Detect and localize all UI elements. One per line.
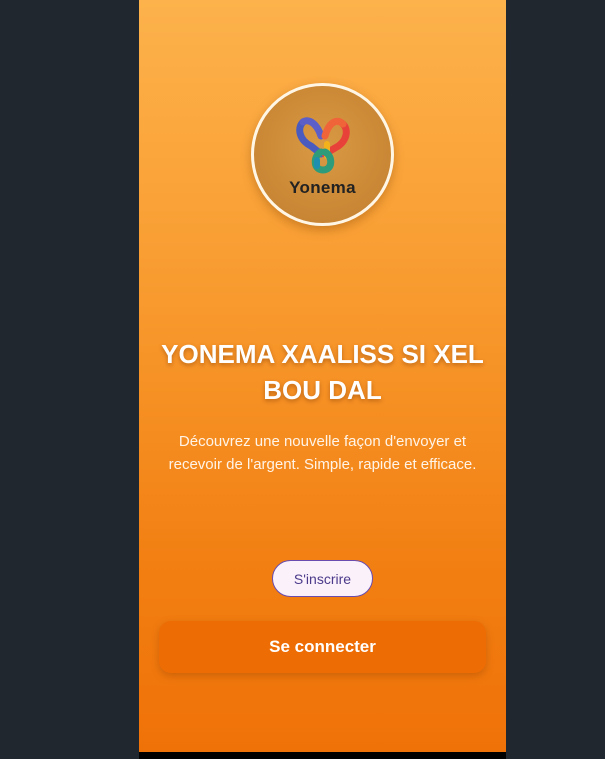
page-subtitle: Découvrez une nouvelle façon d'envoyer e… [168,433,477,473]
app-screen: Yonema YONEMA XAALISS SI XEL BOU DAL Déc… [139,0,506,752]
signup-button[interactable]: S'inscrire [272,560,373,597]
page-title: YONEMA XAALISS SI XEL BOU DAL [161,339,484,405]
logo-wordmark: Yonema [289,178,356,197]
system-navigation-bar [139,752,506,759]
app-logo: Yonema [251,83,394,226]
login-button[interactable]: Se connecter [159,621,486,673]
yonema-logo-mark-icon [296,117,350,174]
